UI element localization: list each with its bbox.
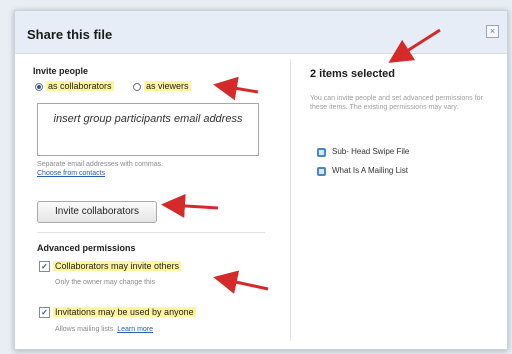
arrow-to-viewers xyxy=(213,76,259,101)
arrow-to-collab-invite xyxy=(213,270,269,294)
arrow-to-items-selected xyxy=(388,28,441,63)
arrow-to-invite-button xyxy=(161,193,219,218)
annotation-arrows xyxy=(161,28,441,294)
